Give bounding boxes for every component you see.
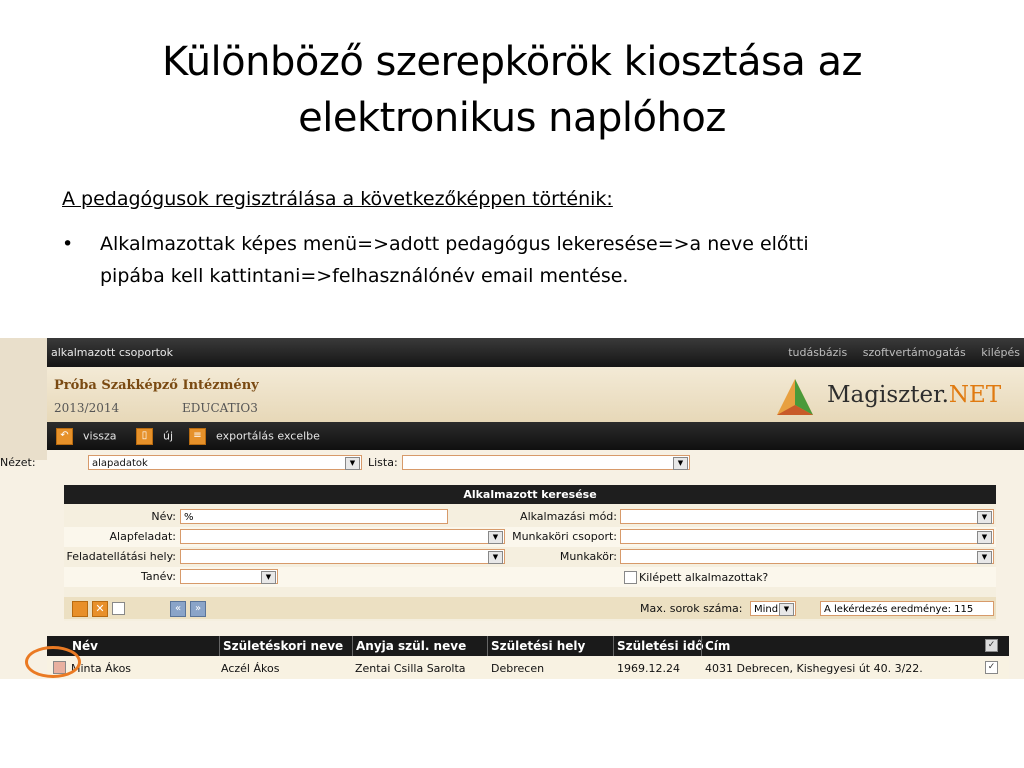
munkakor-select[interactable]: ▼ <box>620 549 994 564</box>
school-year: 2013/2014 <box>54 401 120 415</box>
export-excel-button[interactable]: ≡ exportálás excelbe <box>189 428 320 445</box>
app-header: Próba Szakképző Intézmény 2013/2014 EDUC… <box>47 367 1024 422</box>
cell-anyja: Zentai Csilla Sarolta <box>355 662 466 675</box>
cell-szuletesi-hely: Debrecen <box>491 662 545 675</box>
toolbar: ↶ vissza ▯ új ≡ exportálás excelbe <box>47 422 1024 450</box>
slide-title: Különböző szerepkörök kiosztása az elekt… <box>0 34 1024 146</box>
tanev-label: Tanév: <box>141 570 176 583</box>
chevron-down-icon: ▼ <box>779 603 794 616</box>
app-screenshot: alkalmazott csoportok tudásbázis szoftve… <box>0 338 1024 679</box>
search-icon[interactable] <box>72 601 88 617</box>
result-count: A lekérdezés eredménye: 115 <box>820 601 994 616</box>
search-row-3: Feladatellátási hely: ▼ Munkakör: ▼ <box>64 547 996 567</box>
topbar-group-link[interactable]: alkalmazott csoportok <box>51 346 173 359</box>
feladatellatasi-hely-label: Feladatellátási hely: <box>66 550 177 563</box>
alkalmazasi-mod-label: Alkalmazási mód: <box>520 510 617 523</box>
link-kilepes[interactable]: kilépés <box>981 346 1020 359</box>
tanev-select[interactable]: ▼ <box>180 569 278 584</box>
select-all-checkbox[interactable]: ✓ <box>985 639 998 652</box>
chevron-down-icon: ▼ <box>488 551 503 564</box>
chevron-down-icon: ▼ <box>345 457 360 470</box>
search-action-bar: ✕ « » Max. sorok száma: Mind ▼ A lekérdez… <box>64 597 996 619</box>
list-select[interactable]: ▼ <box>402 455 690 470</box>
link-tudasbazis[interactable]: tudásbázis <box>788 346 847 359</box>
edu-code: EDUCATIO3 <box>182 401 258 415</box>
table-row: Minta Ákos Aczél Ákos Zentai Csilla Saro… <box>47 657 1009 679</box>
slide-title-line2: elektronikus naplóhoz <box>298 95 726 141</box>
new-button[interactable]: ▯ új <box>136 428 173 445</box>
slide-subtitle: A pedagógusok regisztrálása a következők… <box>62 188 613 210</box>
col-nev[interactable]: Név <box>72 639 98 653</box>
kilepett-label: Kilépett alkalmazottak? <box>639 571 769 584</box>
view-row: Nézet: alapadatok ▼ Lista: ▼ <box>0 452 1024 474</box>
slide-title-line1: Különböző szerepkörök kiosztása az <box>161 39 863 85</box>
kilepett-checkbox[interactable] <box>624 571 637 584</box>
search-panel: Alkalmazott keresése Név: % Alkalmazási … <box>64 485 996 621</box>
back-icon: ↶ <box>56 428 73 445</box>
munkakor-label: Munkakör: <box>559 550 617 563</box>
col-anyja[interactable]: Anyja szül. neve <box>356 639 466 653</box>
search-row-1: Név: % Alkalmazási mód: ▼ <box>64 507 996 527</box>
bullet-line1: Alkalmazottak képes menü=>adott pedagógu… <box>100 233 809 255</box>
search-row-4: Tanév: ▼ Kilépett alkalmazottak? <box>64 567 996 587</box>
col-szuletéskori[interactable]: Születéskori neve <box>223 639 343 653</box>
max-rows-select[interactable]: Mind ▼ <box>750 601 796 616</box>
col-szuletesi-ido[interactable]: Születési idő <box>617 639 704 653</box>
cell-cim: 4031 Debrecen, Kishegyesi út 40. 3/22. <box>705 662 923 675</box>
option-checkbox[interactable] <box>112 602 125 615</box>
col-szuletesi-hely[interactable]: Születési hely <box>491 639 585 653</box>
link-szoftvertamogatas[interactable]: szoftvertámogatás <box>863 346 966 359</box>
top-bar: alkalmazott csoportok tudásbázis szoftve… <box>47 338 1024 367</box>
left-edge <box>0 338 47 460</box>
munkakori-csoport-select[interactable]: ▼ <box>620 529 994 544</box>
back-button[interactable]: ↶ vissza <box>56 428 117 445</box>
brand-name: Magiszter.NET <box>827 382 1002 408</box>
col-cim[interactable]: Cím <box>705 639 730 653</box>
excel-icon: ≡ <box>189 428 206 445</box>
cell-szuletéskori: Aczél Ákos <box>221 662 280 675</box>
new-doc-icon: ▯ <box>136 428 153 445</box>
munkakori-csoport-label: Munkaköri csoport: <box>512 530 617 543</box>
prev-page-icon[interactable]: « <box>170 601 186 617</box>
chevron-down-icon: ▼ <box>261 571 276 584</box>
nev-input[interactable]: % <box>180 509 448 524</box>
bullet-line2: pipába kell kattintani=>felhasználónév e… <box>100 265 629 287</box>
chevron-down-icon: ▼ <box>977 551 992 564</box>
feladatellatasi-hely-select[interactable]: ▼ <box>180 549 505 564</box>
bullet-dot-icon: • <box>62 233 74 255</box>
clear-icon[interactable]: ✕ <box>92 601 108 617</box>
search-panel-title: Alkalmazott keresése <box>64 485 996 504</box>
topbar-links: tudásbázis szoftvertámogatás kilépés <box>776 346 1020 359</box>
next-page-icon[interactable]: » <box>190 601 206 617</box>
chevron-down-icon: ▼ <box>488 531 503 544</box>
institution-name: Próba Szakképző Intézmény <box>54 378 259 393</box>
row-user-checkbox[interactable]: ✓ <box>985 661 998 674</box>
employee-table-header: Név Születéskori neve Anyja szül. neve S… <box>47 636 1009 656</box>
cell-szuletesi-ido: 1969.12.24 <box>617 662 680 675</box>
alapfeladat-select[interactable]: ▼ <box>180 529 505 544</box>
alapfeladat-label: Alapfeladat: <box>109 530 176 543</box>
chevron-down-icon: ▼ <box>977 531 992 544</box>
list-label: Lista: <box>368 456 398 469</box>
max-rows-label: Max. sorok száma: <box>640 602 743 615</box>
magiszter-logo-icon <box>777 379 813 415</box>
view-select[interactable]: alapadatok ▼ <box>88 455 362 470</box>
highlight-circle <box>25 646 81 678</box>
view-label: Nézet: <box>0 456 36 469</box>
alkalmazasi-mod-select[interactable]: ▼ <box>620 509 994 524</box>
search-row-2: Alapfeladat: ▼ Munkaköri csoport: ▼ <box>64 527 996 547</box>
chevron-down-icon: ▼ <box>977 511 992 524</box>
nev-label: Név: <box>151 510 176 523</box>
chevron-down-icon: ▼ <box>673 457 688 470</box>
